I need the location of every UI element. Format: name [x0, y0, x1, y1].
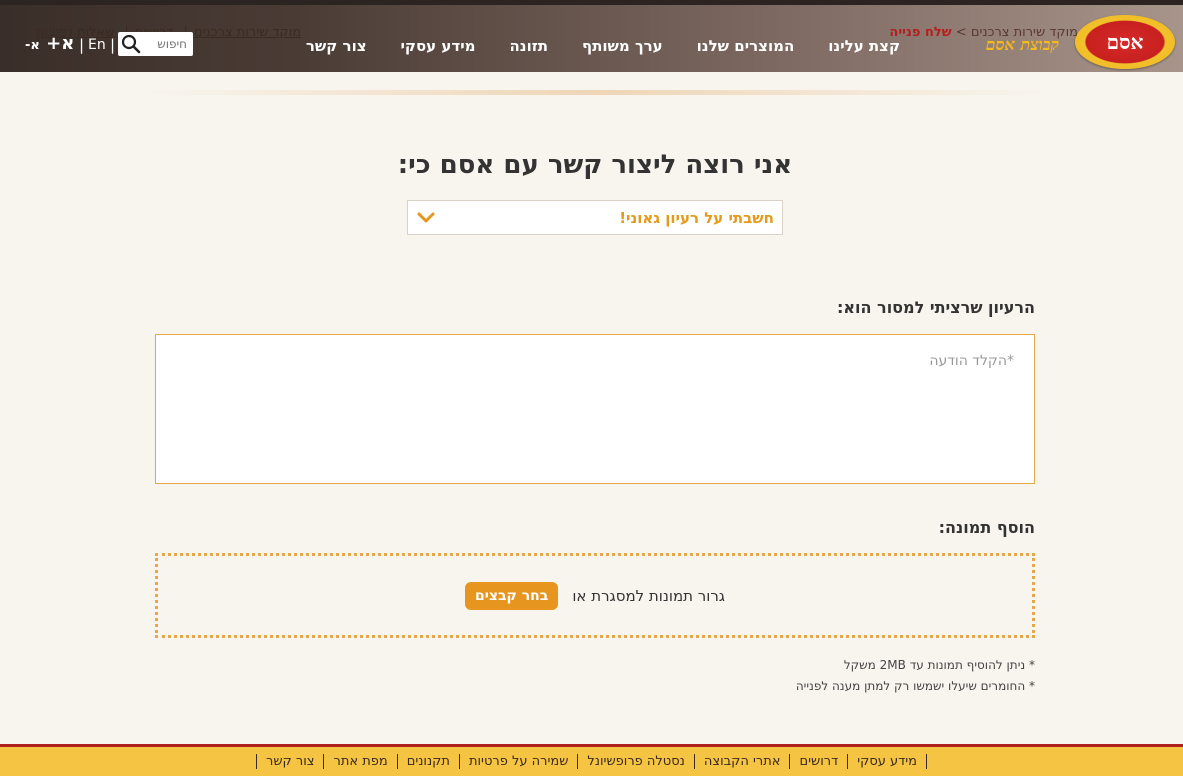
message-textarea[interactable]	[155, 334, 1035, 484]
language-toggle[interactable]: En	[88, 37, 106, 53]
toplink-consumer-service[interactable]: מוקד שירות צרכנים	[194, 25, 301, 40]
header-separator: |	[110, 36, 116, 54]
font-size-controls: א+ א-	[25, 33, 74, 54]
nav-business-info[interactable]: מידע עסקי	[401, 37, 476, 55]
footer-link-group-sites[interactable]: אתרי הקבוצה	[693, 754, 790, 769]
logo-text: אסם	[1106, 29, 1144, 54]
breadcrumb-separator: >	[955, 25, 967, 40]
header-separator: |	[79, 36, 85, 54]
nav-contact[interactable]: צור קשר	[306, 37, 367, 55]
footer-link-jobs[interactable]: דרושים	[789, 754, 847, 769]
footer-link-sitemap[interactable]: מפת אתר	[323, 754, 396, 769]
footer-link-nestle-professional[interactable]: נסטלה פרופשיונל	[577, 754, 693, 769]
upload-note-size: * ניתן להוסיף תמונות עד 2MB משקל	[843, 658, 1035, 672]
footer-link-business-info[interactable]: מידע עסקי	[847, 754, 928, 769]
idea-label: הרעיון שרציתי למסור הוא:	[836, 298, 1035, 317]
nav-nutrition[interactable]: תזונה	[509, 37, 548, 55]
search-box	[118, 32, 193, 56]
add-image-label: הוסף תמונה:	[938, 518, 1035, 537]
image-dropzone[interactable]: גרור תמונות למסגרת או בחר קבצים	[155, 553, 1035, 638]
decorative-divider	[140, 90, 1055, 95]
font-decrease-button[interactable]: א-	[25, 38, 40, 53]
site-header: אסם קבוצת אסם מוקד שירות צרכנים > שלח פנ…	[0, 0, 1183, 72]
nav-shared-value[interactable]: ערך משותף	[582, 37, 663, 55]
footer-links: מידע עסקי דרושים אתרי הקבוצה נסטלה פרופש…	[255, 754, 928, 769]
dropzone-text: גרור תמונות למסגרת או	[572, 586, 725, 605]
search-icon[interactable]	[121, 33, 141, 55]
osem-logo[interactable]: אסם	[1075, 15, 1175, 69]
footer-link-contact[interactable]: צור קשר	[255, 754, 324, 769]
reason-select[interactable]: חשבתי על רעיון גאוני!	[407, 200, 783, 235]
nav-about[interactable]: קצת עלינו	[828, 37, 900, 55]
site-footer: מידע עסקי דרושים אתרי הקבוצה נסטלה פרופש…	[0, 744, 1183, 776]
reason-select-value: חשבתי על רעיון גאוני!	[619, 208, 774, 227]
search-input[interactable]	[141, 36, 189, 52]
footer-link-privacy[interactable]: שמירה על פרטיות	[458, 754, 577, 769]
breadcrumb-parent[interactable]: מוקד שירות צרכנים	[971, 25, 1078, 40]
font-increase-button[interactable]: א+	[46, 33, 74, 54]
breadcrumb: מוקד שירות צרכנים > שלח פנייה	[888, 25, 1078, 40]
upload-note-usage: * החומרים שיעלו ישמשו רק למתן מענה לפניי…	[795, 679, 1035, 693]
chevron-down-icon	[416, 208, 436, 228]
nav-products[interactable]: המוצרים שלנו	[697, 37, 795, 55]
main-nav: קצת עלינו המוצרים שלנו ערך משותף תזונה מ…	[272, 37, 900, 55]
page-title: אני רוצה ליצור קשר עם אסם כי:	[397, 150, 793, 180]
choose-files-button[interactable]: בחר קבצים	[465, 581, 559, 610]
footer-link-terms[interactable]: תקנונים	[396, 754, 459, 769]
